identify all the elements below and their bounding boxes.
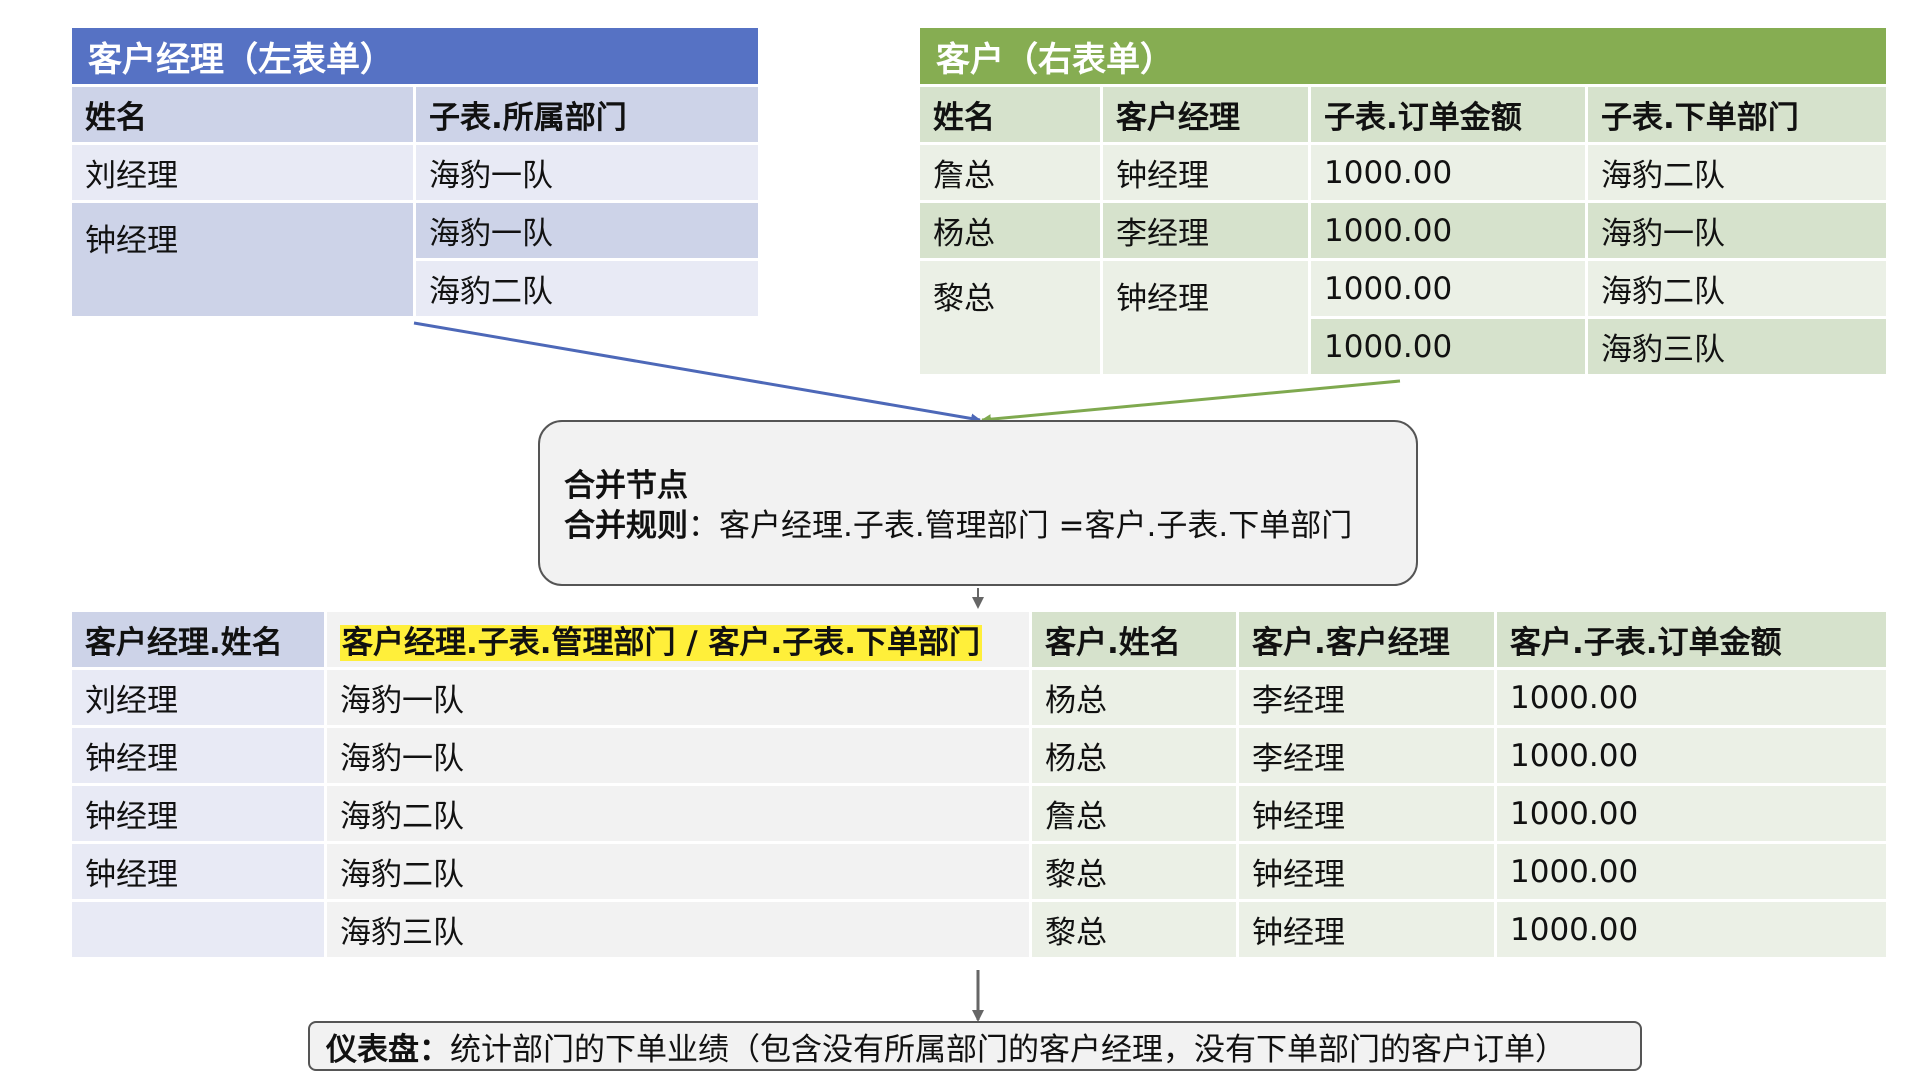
- result-cell: 钟经理: [1239, 844, 1497, 902]
- result-header-customer-name: 客户.姓名: [1032, 612, 1239, 670]
- green-arrow: [981, 379, 1401, 425]
- result-cell: 海豹二队: [327, 844, 1032, 902]
- merge-rule-label: 合并规则: [564, 508, 688, 544]
- merge-node-title: 合并节点: [564, 468, 688, 504]
- result-cell: 海豹二队: [327, 786, 1032, 844]
- blue-arrow: [413, 321, 981, 424]
- result-cell: 詹总: [1032, 786, 1239, 844]
- result-cell: 黎总: [1032, 844, 1239, 902]
- result-cell: 海豹一队: [327, 728, 1032, 786]
- result-cell: 钟经理: [1239, 786, 1497, 844]
- result-cell: 钟经理: [1239, 902, 1497, 960]
- result-cell: 海豹一队: [327, 670, 1032, 728]
- merge-node-box: 合并节点 合并规则：客户经理.子表.管理部门 =客户.子表.下单部门: [538, 420, 1418, 586]
- table-row: 海豹三队 黎总 钟经理 1000.00: [72, 902, 1889, 960]
- result-cell: 杨总: [1032, 728, 1239, 786]
- result-cell: 海豹三队: [327, 902, 1032, 960]
- result-header-customer-manager: 客户.客户经理: [1239, 612, 1497, 670]
- result-table: 客户经理.姓名 客户经理.子表.管理部门 / 客户.子表.下单部门 客户.姓名 …: [72, 612, 1889, 960]
- result-cell: 钟经理: [72, 728, 327, 786]
- result-cell: [72, 902, 327, 960]
- result-cell: 1000.00: [1497, 786, 1889, 844]
- result-cell: 黎总: [1032, 902, 1239, 960]
- result-cell: 钟经理: [72, 844, 327, 902]
- result-cell: 杨总: [1032, 670, 1239, 728]
- dashboard-text: 统计部门的下单业绩（包含没有所属部门的客户经理，没有下单部门的客户订单）: [450, 1031, 1566, 1068]
- result-header-manager-name: 客户经理.姓名: [72, 612, 327, 670]
- result-cell: 李经理: [1239, 728, 1497, 786]
- table-row: 钟经理 海豹二队 詹总 钟经理 1000.00: [72, 786, 1889, 844]
- table-row: 钟经理 海豹二队 黎总 钟经理 1000.00: [72, 844, 1889, 902]
- result-cell: 1000.00: [1497, 844, 1889, 902]
- result-cell: 钟经理: [72, 786, 327, 844]
- table-row: 钟经理 海豹一队 杨总 李经理 1000.00: [72, 728, 1889, 786]
- dashboard-label: 仪表盘：: [326, 1031, 450, 1068]
- result-cell: 1000.00: [1497, 670, 1889, 728]
- result-header-dept-text: 客户经理.子表.管理部门 / 客户.子表.下单部门: [340, 625, 983, 661]
- result-cell: 1000.00: [1497, 728, 1889, 786]
- merge-rule-text: ：客户经理.子表.管理部门 =客户.子表.下单部门: [688, 508, 1353, 544]
- result-cell: 李经理: [1239, 670, 1497, 728]
- result-header-amount: 客户.子表.订单金额: [1497, 612, 1889, 670]
- result-table-header-row: 客户经理.姓名 客户经理.子表.管理部门 / 客户.子表.下单部门 客户.姓名 …: [72, 612, 1889, 670]
- result-cell: 1000.00: [1497, 902, 1889, 960]
- merge-node-rule: 合并规则：客户经理.子表.管理部门 =客户.子表.下单部门: [564, 506, 1416, 546]
- result-cell: 刘经理: [72, 670, 327, 728]
- result-header-dept: 客户经理.子表.管理部门 / 客户.子表.下单部门: [327, 612, 1032, 670]
- table-row: 刘经理 海豹一队 杨总 李经理 1000.00: [72, 670, 1889, 728]
- dashboard-box: 仪表盘： 统计部门的下单业绩（包含没有所属部门的客户经理，没有下单部门的客户订单）: [308, 1021, 1642, 1071]
